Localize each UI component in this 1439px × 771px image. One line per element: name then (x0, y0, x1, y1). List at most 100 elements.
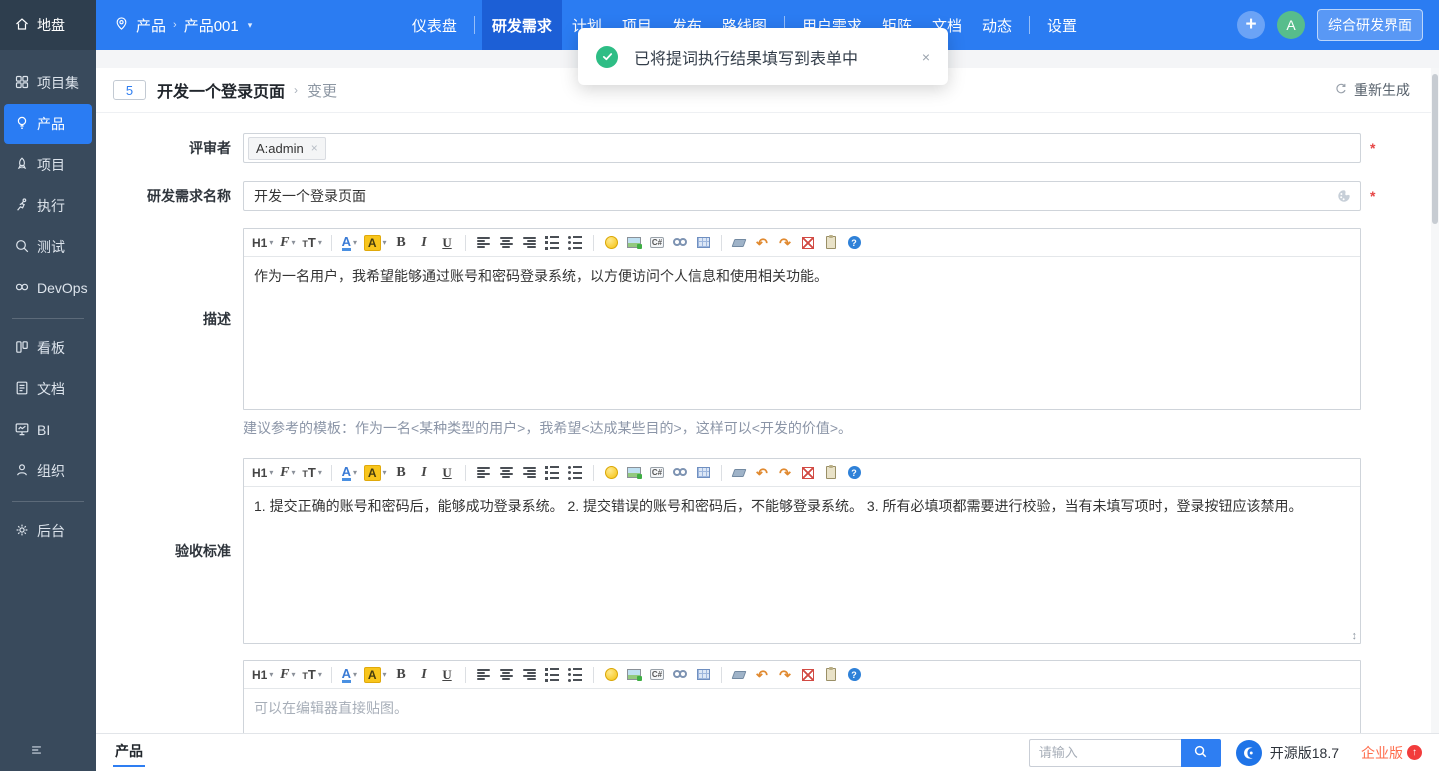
breadcrumb-section[interactable]: 产品 (136, 15, 166, 36)
about-icon[interactable]: ? (844, 462, 865, 484)
create-button[interactable]: + (1237, 11, 1265, 39)
sidebar-item-看板[interactable]: 看板 (0, 328, 96, 368)
align-right-icon[interactable] (519, 462, 540, 484)
sidebar-item-DevOps[interactable]: DevOps (0, 268, 96, 308)
zentao-logo[interactable] (1236, 740, 1262, 766)
paste-icon[interactable] (821, 462, 842, 484)
menu-item-研发需求[interactable]: 研发需求 (482, 0, 562, 50)
link-icon[interactable] (670, 462, 691, 484)
font-size-icon[interactable]: TT▾ (300, 664, 323, 686)
undo-icon[interactable]: ↶ (752, 232, 773, 254)
bold-icon[interactable]: B (391, 664, 412, 686)
align-left-icon[interactable] (473, 232, 494, 254)
italic-icon[interactable]: I (414, 664, 435, 686)
emoji-icon[interactable] (601, 232, 622, 254)
regenerate-button[interactable]: 重新生成 (1334, 80, 1410, 100)
ordered-list-icon[interactable] (542, 664, 563, 686)
sidebar-item-项目集[interactable]: 项目集 (0, 63, 96, 103)
reviewer-input[interactable]: A:admin × (243, 133, 1361, 163)
sidebar-item-home[interactable]: 地盘 (0, 0, 96, 50)
link-icon[interactable] (670, 232, 691, 254)
emoji-icon[interactable] (601, 462, 622, 484)
breadcrumb[interactable]: 产品 › 产品001 ▾ (96, 15, 270, 36)
underline-icon[interactable]: U (437, 232, 458, 254)
italic-icon[interactable]: I (414, 462, 435, 484)
emoji-icon[interactable] (601, 664, 622, 686)
background-color-icon[interactable]: A▾ (362, 232, 389, 254)
sidebar-item-测试[interactable]: 测试 (0, 227, 96, 267)
close-icon[interactable]: × (922, 49, 930, 65)
align-left-icon[interactable] (473, 664, 494, 686)
unordered-list-icon[interactable] (565, 462, 586, 484)
fullscreen-icon[interactable] (798, 232, 819, 254)
remove-format-icon[interactable] (729, 462, 750, 484)
fullscreen-icon[interactable] (798, 462, 819, 484)
image-icon[interactable] (624, 232, 645, 254)
code-icon[interactable]: C# (647, 664, 668, 686)
paste-editor-placeholder[interactable]: 可以在编辑器直接贴图。 (244, 689, 1360, 733)
search-input[interactable] (1029, 739, 1181, 767)
heading-icon[interactable]: H1▾ (250, 462, 275, 484)
font-name-icon[interactable]: F▾ (277, 462, 298, 484)
underline-icon[interactable]: U (437, 462, 458, 484)
collapse-sidebar-button[interactable] (28, 743, 45, 762)
chevron-down-icon[interactable]: ▾ (248, 20, 253, 31)
sidebar-item-文档[interactable]: 文档 (0, 369, 96, 409)
redo-icon[interactable]: ↷ (775, 664, 796, 686)
redo-icon[interactable]: ↷ (775, 232, 796, 254)
menu-item-设置[interactable]: 设置 (1037, 0, 1087, 50)
code-icon[interactable]: C# (647, 232, 668, 254)
text-color-icon[interactable]: A▾ (339, 232, 360, 254)
background-color-icon[interactable]: A▾ (362, 664, 389, 686)
text-color-icon[interactable]: A▾ (339, 664, 360, 686)
acceptance-editor-content[interactable]: 1. 提交正确的账号和密码后，能够成功登录系统。 2. 提交错误的账号和密码后，… (244, 487, 1360, 643)
sidebar-item-BI[interactable]: BI (0, 410, 96, 450)
remove-tag-icon[interactable]: × (311, 141, 318, 155)
search-button[interactable] (1181, 739, 1221, 767)
color-palette-icon[interactable] (1336, 188, 1352, 209)
align-right-icon[interactable] (519, 232, 540, 254)
version-label[interactable]: 开源版18.7 (1270, 743, 1339, 763)
heading-icon[interactable]: H1▾ (250, 664, 275, 686)
image-icon[interactable] (624, 462, 645, 484)
underline-icon[interactable]: U (437, 664, 458, 686)
breadcrumb-product[interactable]: 产品001 (184, 15, 239, 36)
avatar[interactable]: A (1277, 11, 1305, 39)
sidebar-item-产品[interactable]: 产品 (4, 104, 92, 144)
unordered-list-icon[interactable] (565, 664, 586, 686)
code-icon[interactable]: C# (647, 462, 668, 484)
footer-tab-product[interactable]: 产品 (113, 739, 145, 767)
menu-item-动态[interactable]: 动态 (972, 0, 1022, 50)
image-icon[interactable] (624, 664, 645, 686)
bold-icon[interactable]: B (391, 462, 412, 484)
fullscreen-icon[interactable] (798, 664, 819, 686)
text-color-icon[interactable]: A▾ (339, 462, 360, 484)
sidebar-item-执行[interactable]: 执行 (0, 186, 96, 226)
ordered-list-icon[interactable] (542, 232, 563, 254)
remove-format-icon[interactable] (729, 664, 750, 686)
font-size-icon[interactable]: TT▾ (300, 462, 323, 484)
about-icon[interactable]: ? (844, 664, 865, 686)
table-icon[interactable] (693, 232, 714, 254)
link-icon[interactable] (670, 664, 691, 686)
scrollbar-thumb[interactable] (1432, 74, 1438, 224)
align-center-icon[interactable] (496, 664, 517, 686)
sidebar-item-组织[interactable]: 组织 (0, 451, 96, 491)
italic-icon[interactable]: I (414, 232, 435, 254)
description-editor-content[interactable]: 作为一名用户，我希望能够通过账号和密码登录系统，以方便访问个人信息和使用相关功能… (244, 257, 1360, 409)
undo-icon[interactable]: ↶ (752, 664, 773, 686)
unordered-list-icon[interactable] (565, 232, 586, 254)
upgrade-link[interactable]: 企业版 ↑ (1361, 743, 1422, 763)
sidebar-item-项目[interactable]: 项目 (0, 145, 96, 185)
paste-icon[interactable] (821, 232, 842, 254)
sidebar-item-后台[interactable]: 后台 (0, 511, 96, 551)
align-center-icon[interactable] (496, 232, 517, 254)
background-color-icon[interactable]: A▾ (362, 462, 389, 484)
integrated-workspace-button[interactable]: 综合研发界面 (1317, 9, 1423, 41)
font-size-icon[interactable]: TT▾ (300, 232, 323, 254)
redo-icon[interactable]: ↷ (775, 462, 796, 484)
menu-item-仪表盘[interactable]: 仪表盘 (402, 0, 467, 50)
align-center-icon[interactable] (496, 462, 517, 484)
align-right-icon[interactable] (519, 664, 540, 686)
align-left-icon[interactable] (473, 462, 494, 484)
